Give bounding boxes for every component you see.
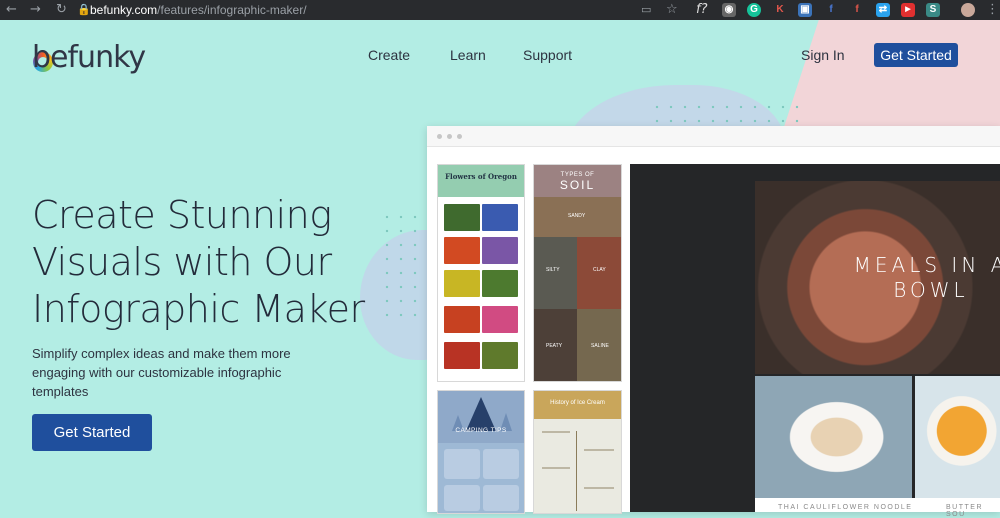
template-header: TYPES OF SOIL (534, 165, 621, 197)
cast-icon[interactable]: ▭ (641, 2, 651, 18)
camera-ext-icon[interactable]: ◉ (722, 3, 736, 17)
template-header: CAMPING TIPS (438, 391, 524, 443)
template-subtitle: TYPES OF (560, 172, 595, 178)
hero-title-line-1: Create Stunning (32, 193, 332, 237)
profile-avatar[interactable] (961, 3, 975, 17)
grammarly-ext-icon[interactable]: G (747, 3, 761, 17)
text-line (584, 449, 614, 451)
soil-label: CLAY (593, 267, 606, 273)
template-title: CAMPING TIPS (455, 427, 507, 434)
flower-photo (444, 237, 480, 264)
tip-card (483, 449, 519, 479)
soil-saline: SALINE (577, 309, 621, 381)
flower-photo (444, 342, 480, 369)
tent-icon (452, 397, 512, 431)
facebook-ext-icon[interactable]: f (824, 3, 838, 17)
browser-toolbar: ← → ↻ 🔒 befunky.com/features/infographic… (0, 0, 1000, 20)
noodle-dish-photo (755, 376, 912, 498)
reload-icon[interactable]: ↻ (56, 2, 67, 18)
template-title: History of Ice Cream (534, 391, 621, 419)
hero-title: Create Stunning Visuals with Our Infogra… (32, 192, 365, 333)
more-menu-icon[interactable]: ⋮ (986, 2, 999, 18)
preview-title-bar (427, 126, 1000, 147)
tip-card (444, 449, 480, 479)
soup-caption: BUTTER SOU (946, 504, 983, 518)
meals-title: MEALS IN A BOWL (853, 253, 1000, 302)
f-red-ext-icon[interactable]: f (850, 3, 864, 17)
text-line (584, 487, 614, 489)
logo-text: befunky (32, 40, 146, 75)
editor-canvas: MEALS IN A BOWL THAI CAULIFLOWER NOODLE … (630, 164, 1000, 518)
soil-label: PEATY (546, 343, 563, 349)
template-title: SOIL (559, 178, 596, 192)
flower-photo (482, 342, 518, 369)
k-ext-icon[interactable]: K (773, 3, 787, 17)
hero-title-line-3: Infographic Maker (32, 287, 365, 331)
get-started-header-button[interactable]: Get Started (874, 43, 958, 67)
soil-label: SANDY (568, 213, 586, 219)
text-line (542, 467, 570, 469)
sign-in-link[interactable]: Sign In (801, 47, 845, 63)
soil-sandy: SANDY (534, 197, 621, 237)
flower-photo (482, 270, 518, 297)
address-bar[interactable]: befunky.com/features/infographic-maker/ (90, 3, 307, 17)
flower-photo (482, 306, 518, 333)
window-dot (447, 134, 452, 139)
soil-label: SALINE (591, 343, 609, 349)
infographic-preview-window: Flowers of Oregon TYPES OF SOIL SANDY SI… (427, 126, 1000, 518)
bookmark-star-icon[interactable]: ☆ (666, 2, 678, 18)
tip-card (483, 485, 519, 511)
template-camping-tips[interactable]: CAMPING TIPS (437, 390, 525, 514)
url-path: /features/infographic-maker/ (157, 3, 307, 17)
font-ext-icon[interactable]: f? (696, 2, 707, 18)
soil-label: SILTY (546, 267, 560, 273)
tip-card (444, 485, 480, 511)
soil-clay: CLAY (577, 237, 621, 309)
soil-peaty: PEATY (534, 309, 577, 381)
nav-learn[interactable]: Learn (450, 47, 486, 63)
url-host: befunky.com (90, 3, 158, 17)
hero-subtitle: Simplify complex ideas and make them mor… (32, 346, 291, 399)
window-dot (437, 134, 442, 139)
soil-silty: SILTY (534, 237, 577, 309)
window-ext-icon[interactable]: ▣ (798, 3, 812, 17)
youtube-ext-icon[interactable]: ▶ (901, 3, 915, 17)
timeline-line (576, 431, 577, 511)
get-started-hero-button[interactable]: Get Started (32, 414, 152, 451)
flower-photo (444, 204, 480, 231)
noodle-caption: THAI CAULIFLOWER NOODLE (778, 504, 913, 511)
back-icon[interactable]: ← (6, 2, 17, 18)
meals-in-a-bowl-photo: MEALS IN A BOWL (755, 181, 1000, 374)
template-flowers-of-oregon[interactable]: Flowers of Oregon (437, 164, 525, 382)
flower-photo (482, 204, 518, 231)
template-history-of-ice-cream[interactable]: History of Ice Cream (533, 390, 622, 514)
befunky-logo[interactable]: befunky (32, 40, 146, 75)
flower-photo (444, 270, 480, 297)
text-line (542, 431, 570, 433)
forward-icon[interactable]: → (30, 2, 41, 18)
translate-ext-icon[interactable]: ⇄ (876, 3, 890, 17)
window-dot (457, 134, 462, 139)
hero-title-line-2: Visuals with Our (32, 240, 332, 284)
template-title: Flowers of Oregon (438, 165, 524, 197)
soup-photo (915, 376, 1000, 498)
template-types-of-soil[interactable]: TYPES OF SOIL SANDY SILTY CLAY PEATY SAL… (533, 164, 622, 382)
flower-photo (444, 306, 480, 333)
flower-photo (482, 237, 518, 264)
lock-icon: 🔒 (77, 3, 91, 16)
nav-create[interactable]: Create (368, 47, 410, 63)
nav-support[interactable]: Support (523, 47, 572, 63)
s-ext-icon[interactable]: S (926, 3, 940, 17)
